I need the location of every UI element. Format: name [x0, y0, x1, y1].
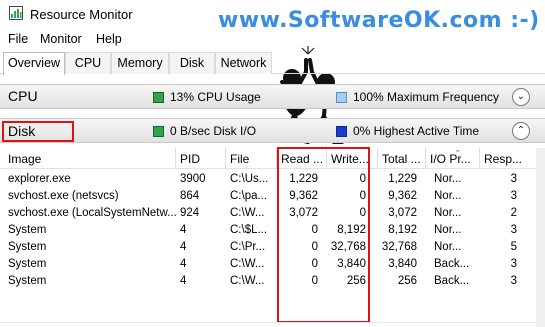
cell-total: 8,192	[388, 224, 417, 236]
cpu-frequency: 100% Maximum Frequency	[353, 90, 500, 104]
column-divider[interactable]	[175, 148, 176, 169]
menu-file[interactable]: File	[8, 32, 28, 46]
cell-image: explorer.exe	[8, 173, 71, 185]
read-write-highlight-box	[277, 147, 370, 323]
cell-response: 2	[510, 207, 517, 219]
cell-file: C:\Pr...	[230, 241, 266, 253]
cell-image: System	[8, 258, 47, 270]
cpu-usage: 13% CPU Usage	[170, 90, 261, 104]
chevron-down-icon[interactable]: ⌄	[512, 88, 530, 106]
tab-overview[interactable]: Overview	[3, 52, 65, 75]
resource-monitor-icon	[9, 6, 23, 20]
tab-cpu[interactable]: CPU	[65, 52, 111, 74]
column-divider[interactable]	[225, 148, 226, 169]
menu-monitor[interactable]: Monitor	[40, 32, 82, 46]
watermark: www.SoftwareOK.com :-)	[218, 8, 540, 33]
cell-total: 1,229	[388, 173, 417, 185]
cell-io-priority: Nor...	[434, 190, 462, 202]
cpu-frequency-swatch	[336, 92, 347, 103]
table-row[interactable]: svchost.exe (LocalSystemNetw... 924 C:\W…	[0, 206, 545, 223]
column-response[interactable]: Resp...	[484, 152, 522, 166]
tab-disk[interactable]: Disk	[169, 52, 215, 74]
cell-file: C:\W...	[230, 258, 265, 270]
title-bar: Resource Monitor www.SoftwareOK.com :-)	[0, 0, 545, 33]
cell-total: 3,840	[388, 258, 417, 270]
table-row[interactable]: explorer.exe 3900 C:\Us... 1,229 0 1,229…	[0, 172, 545, 189]
column-pid[interactable]: PID	[180, 152, 200, 166]
table-row[interactable]: System 4 C:\W... 0 256 256 Back... 3	[0, 274, 545, 291]
chevron-up-icon[interactable]: ⌃	[512, 122, 530, 140]
tab-memory[interactable]: Memory	[111, 52, 169, 74]
cell-pid: 4	[180, 275, 187, 287]
vertical-scrollbar[interactable]	[536, 148, 545, 327]
cell-io-priority: Nor...	[434, 173, 462, 185]
cell-total: 3,072	[388, 207, 417, 219]
cell-io-priority: Nor...	[434, 207, 462, 219]
cpu-section-header[interactable]: CPU 13% CPU Usage 100% Maximum Frequency…	[0, 84, 545, 109]
cell-pid: 4	[180, 258, 187, 270]
column-divider[interactable]	[479, 148, 480, 169]
cell-total: 32,768	[381, 241, 417, 253]
cell-response: 3	[510, 224, 517, 236]
table-row[interactable]: svchost.exe (netsvcs) 864 C:\pa... 9,362…	[0, 189, 545, 206]
column-divider[interactable]	[377, 148, 378, 169]
cell-total: 9,362	[388, 190, 417, 202]
cell-file: C:\Us...	[230, 173, 269, 185]
disk-active-time: 0% Highest Active Time	[353, 124, 480, 138]
table-row[interactable]: System 4 C:\$L... 0 8,192 8,192 Nor... 3	[0, 223, 545, 240]
cell-image: System	[8, 224, 47, 236]
cell-response: 3	[510, 258, 517, 270]
cell-image: System	[8, 275, 47, 287]
column-total[interactable]: Total ...	[382, 152, 421, 166]
window-title: Resource Monitor	[30, 7, 133, 22]
cell-file: C:\W...	[230, 207, 265, 219]
disk-active-swatch	[336, 126, 347, 137]
column-image[interactable]: Image	[8, 152, 41, 166]
cell-io-priority: Back...	[434, 275, 470, 287]
table-header: Image PID File Read ... Write... Total .…	[0, 148, 545, 169]
cell-image: svchost.exe (netsvcs)	[8, 190, 119, 202]
cpu-section-title: CPU	[8, 88, 38, 104]
cell-io-priority: Nor...	[434, 224, 462, 236]
cell-file: C:\$L...	[230, 224, 268, 236]
cell-response: 3	[510, 190, 517, 202]
disk-highlight-box	[2, 121, 74, 142]
table-bottom-border	[0, 322, 536, 323]
cell-file: C:\W...	[230, 275, 265, 287]
cell-io-priority: Nor...	[434, 241, 462, 253]
cell-io-priority: Back...	[434, 258, 470, 270]
cell-pid: 3900	[180, 173, 206, 185]
tab-bar: Overview CPU Memory Disk Network	[0, 52, 545, 75]
cell-image: svchost.exe (LocalSystemNetw...	[8, 207, 177, 219]
disk-io-swatch	[153, 126, 164, 137]
disk-io: 0 B/sec Disk I/O	[170, 124, 257, 138]
cell-pid: 4	[180, 241, 187, 253]
tab-network[interactable]: Network	[215, 52, 272, 74]
cell-pid: 4	[180, 224, 187, 236]
cell-image: System	[8, 241, 47, 253]
column-divider[interactable]	[425, 148, 426, 169]
cell-response: 3	[510, 275, 517, 287]
cell-pid: 924	[180, 207, 200, 219]
disk-section-header[interactable]: Disk 0 B/sec Disk I/O 0% Highest Active …	[0, 118, 545, 143]
column-file[interactable]: File	[230, 152, 249, 166]
cell-response: 3	[510, 173, 517, 185]
cell-response: 5	[510, 241, 517, 253]
menu-help[interactable]: Help	[96, 32, 122, 46]
sort-indicator-icon: ⌄	[454, 144, 462, 154]
cell-total: 256	[397, 275, 417, 287]
cpu-usage-swatch	[153, 92, 164, 103]
table-row[interactable]: System 4 C:\Pr... 0 32,768 32,768 Nor...…	[0, 240, 545, 257]
column-io-priority[interactable]: I/O Pr...	[430, 152, 471, 166]
table-row[interactable]: System 4 C:\W... 0 3,840 3,840 Back... 3	[0, 257, 545, 274]
cell-pid: 864	[180, 190, 200, 202]
cell-file: C:\pa...	[230, 190, 268, 202]
